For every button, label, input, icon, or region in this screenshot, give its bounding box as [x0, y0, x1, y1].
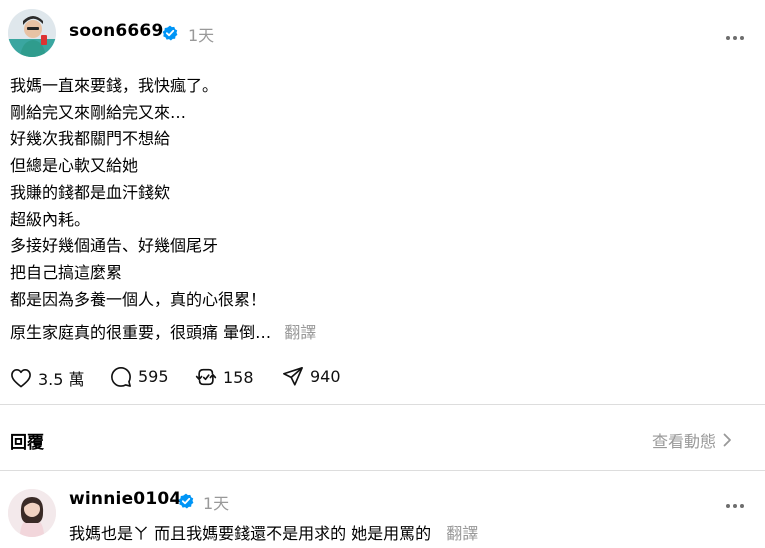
- post-text-line: 多接好幾個通告、好幾個尾牙: [10, 236, 219, 256]
- repost-icon: [195, 368, 217, 386]
- view-activity-label: 查看動態: [652, 432, 717, 451]
- like-count: 3.5 萬: [38, 370, 85, 389]
- repost-count: 158: [223, 367, 254, 387]
- post-text-line: 把自己搞這麼累: [10, 262, 123, 282]
- share-button[interactable]: 940: [282, 366, 341, 387]
- post-text-line: 剛給完又來剛給完又來…: [10, 102, 187, 122]
- post-author-avatar[interactable]: [8, 9, 56, 57]
- post-text-line: 都是因為多養一個人，真的心很累！: [10, 289, 267, 309]
- comment-icon: [111, 367, 131, 387]
- replies-heading: 回覆: [10, 433, 44, 453]
- comment-count: 595: [138, 367, 169, 386]
- verified-badge-icon: [162, 25, 178, 41]
- reply-text: 我媽也是ㄚ 而且我媽要錢還不是用求的 她是用罵的: [69, 524, 432, 543]
- reply-author-username[interactable]: winnie0104: [69, 489, 181, 509]
- post-timestamp[interactable]: 1天: [188, 22, 214, 46]
- post-text-line: 好幾次我都關門不想給: [10, 129, 171, 149]
- reply-timestamp[interactable]: 1天: [203, 490, 229, 514]
- share-send-icon: [283, 367, 303, 386]
- post-body: 我媽一直來要錢，我快瘋了。 剛給完又來剛給完又來… 好幾次我都關門不想給 但總是…: [10, 73, 266, 313]
- divider: [0, 404, 765, 405]
- reply-text-row: 我媽也是ㄚ 而且我媽要錢還不是用求的 她是用罵的 翻譯: [69, 520, 478, 544]
- like-button[interactable]: 3.5 萬: [10, 366, 85, 390]
- post-text-line: 我媽一直來要錢，我快瘋了。: [10, 76, 219, 95]
- repost-button[interactable]: 158: [195, 366, 254, 388]
- translate-link[interactable]: 翻譯: [446, 524, 478, 543]
- heart-icon: [11, 369, 31, 388]
- verified-badge-icon: [178, 493, 194, 509]
- post-text-line: 我賺的錢都是血汗錢欸: [10, 182, 171, 202]
- chevron-right-icon: [723, 433, 731, 447]
- post-text-line: 原生家庭真的很重要，很頭痛 暈倒…: [10, 323, 272, 342]
- share-count: 940: [310, 367, 341, 386]
- comment-button[interactable]: 595: [110, 366, 169, 387]
- post-text-line: 但總是心軟又給她: [10, 156, 139, 176]
- view-activity-link[interactable]: 查看動態: [652, 428, 732, 452]
- reply-author-avatar[interactable]: [8, 489, 56, 537]
- translate-link[interactable]: 翻譯: [284, 323, 316, 342]
- divider: [0, 470, 765, 471]
- more-options-icon[interactable]: [725, 497, 745, 509]
- more-options-icon[interactable]: [725, 29, 745, 41]
- post-text-last-line: 原生家庭真的很重要，很頭痛 暈倒… 翻譯: [10, 320, 316, 347]
- post-text-line: 超級內耗。: [10, 209, 91, 229]
- avatar-image: [8, 489, 56, 537]
- avatar-image: [8, 9, 56, 57]
- post-author-username[interactable]: soon6669: [69, 21, 164, 41]
